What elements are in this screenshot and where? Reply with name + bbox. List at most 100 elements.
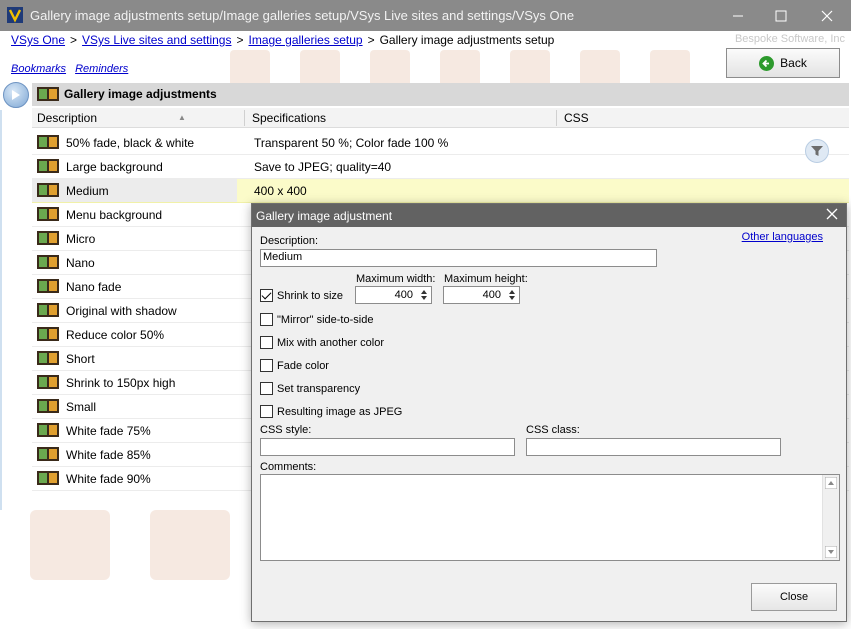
quick-links: Bookmarks Reminders [11,63,134,75]
row-specifications: 400 x 400 [254,184,307,198]
max-width-stepper[interactable]: 400 [355,286,432,304]
column-divider[interactable] [244,110,245,126]
table-row[interactable]: Large background Save to JPEG; quality=40 [32,155,849,179]
option-checkbox[interactable] [260,313,273,326]
gallery-icon [36,181,60,202]
max-width-value: 400 [394,289,413,301]
stepper-arrows-icon[interactable] [506,288,518,302]
column-divider[interactable] [556,110,557,126]
gallery-icon [36,325,60,346]
maximize-icon [775,10,787,21]
dialog-title: Gallery image adjustment [256,209,393,223]
column-description[interactable]: Description [37,111,97,125]
option-checkbox-label[interactable]: Shrink to size [277,290,343,302]
row-description: 50% fade, black & white [66,136,195,150]
comments-label: Comments: [260,461,317,473]
gallery-icon [36,469,60,490]
option-checkbox[interactable] [260,382,273,395]
grid-header: Description ▲ Specifications CSS [32,108,849,128]
gallery-icon [36,349,60,370]
max-height-value: 400 [482,289,501,301]
minimize-button[interactable] [715,0,761,31]
row-description: Nano [66,256,95,270]
row-specifications: Transparent 50 %; Color fade 100 % [254,136,449,150]
other-languages-link[interactable]: Other languages [742,231,823,243]
section-title: Gallery image adjustments [64,87,217,101]
breadcrumb-current: Gallery image adjustments setup [379,33,555,47]
option-checkbox-label[interactable]: Resulting image as JPEG [277,406,402,418]
gallery-icon [36,229,60,250]
sort-ascending-icon: ▲ [178,113,186,122]
row-description: White fade 85% [66,448,151,462]
max-width-label: Maximum width: [356,273,436,285]
filter-button[interactable] [805,139,829,163]
css-style-input[interactable] [260,438,515,456]
gallery-icon [36,205,60,226]
company-name: Bespoke Software, Inc [734,33,845,45]
row-description: Shrink to 150px high [66,376,176,390]
css-style-label: CSS style: [260,424,312,436]
expand-panel-button[interactable] [3,82,29,108]
dialog-header: Gallery image adjustment [252,204,846,227]
css-class-label: CSS class: [526,424,580,436]
row-description: Micro [66,232,96,246]
gallery-icon [36,253,60,274]
stepper-arrows-icon[interactable] [418,288,430,302]
column-css[interactable]: CSS [564,111,589,125]
section-header: Gallery image adjustments [32,83,849,106]
table-row[interactable]: 50% fade, black & white Transparent 50 %;… [32,131,849,155]
title-bar: Gallery image adjustments setup/Image ga… [0,0,851,31]
close-icon [821,10,833,21]
gallery-icon [36,421,60,442]
max-height-stepper[interactable]: 400 [443,286,520,304]
play-icon [12,90,20,100]
option-checkbox[interactable] [260,289,273,302]
option-checkbox[interactable] [260,336,273,349]
option-checkbox[interactable] [260,405,273,418]
breadcrumb-link-vsys-one[interactable]: VSys One [11,33,65,47]
comments-scrollbar[interactable] [822,475,839,560]
row-description: Reduce color 50% [66,328,165,342]
table-row[interactable]: Medium 400 x 400 [32,179,849,203]
scroll-down-icon[interactable] [825,546,837,558]
adjustment-dialog: Gallery image adjustment Other languages… [251,203,847,622]
option-checkbox-label[interactable]: "Mirror" side-to-side [277,314,373,326]
gallery-icon [36,277,60,298]
breadcrumb-separator: > [367,33,375,47]
breadcrumb-link-image-galleries[interactable]: Image galleries setup [248,33,362,47]
reminders-link[interactable]: Reminders [75,63,128,75]
gallery-icon [36,133,60,154]
breadcrumb-separator: > [70,33,78,47]
description-input[interactable]: Medium [260,249,657,267]
option-checkbox[interactable] [260,359,273,372]
minimize-icon [733,15,743,16]
window-title: Gallery image adjustments setup/Image ga… [30,8,575,23]
comments-textarea[interactable] [260,474,840,561]
dialog-close-x-button[interactable] [826,208,838,223]
bookmarks-link[interactable]: Bookmarks [11,63,66,75]
max-height-label: Maximum height: [444,273,528,285]
back-button-label: Back [780,56,807,70]
close-button[interactable]: Close [751,583,837,611]
close-icon [826,208,838,220]
gallery-icon [37,87,59,101]
row-description: Short [66,352,95,366]
description-label: Description: [260,235,319,247]
gallery-icon [36,373,60,394]
maximize-button[interactable] [758,0,804,31]
left-panel-strip [0,110,2,510]
option-checkbox-label[interactable]: Mix with another color [277,337,384,349]
row-description: Medium [66,184,109,198]
option-checkbox-label[interactable]: Set transparency [277,383,360,395]
breadcrumb: VSys One > VSys Live sites and settings > Im… [11,33,554,47]
breadcrumb-link-live-sites[interactable]: VSys Live sites and settings [82,33,231,47]
column-specifications[interactable]: Specifications [252,111,326,125]
app-icon [7,7,23,23]
option-checkbox-label[interactable]: Fade color [277,360,329,372]
back-button[interactable]: Back [726,48,840,78]
gallery-icon [36,445,60,466]
window-close-button[interactable] [804,0,850,31]
css-class-input[interactable] [526,438,781,456]
gallery-icon [36,397,60,418]
scroll-up-icon[interactable] [825,477,837,489]
